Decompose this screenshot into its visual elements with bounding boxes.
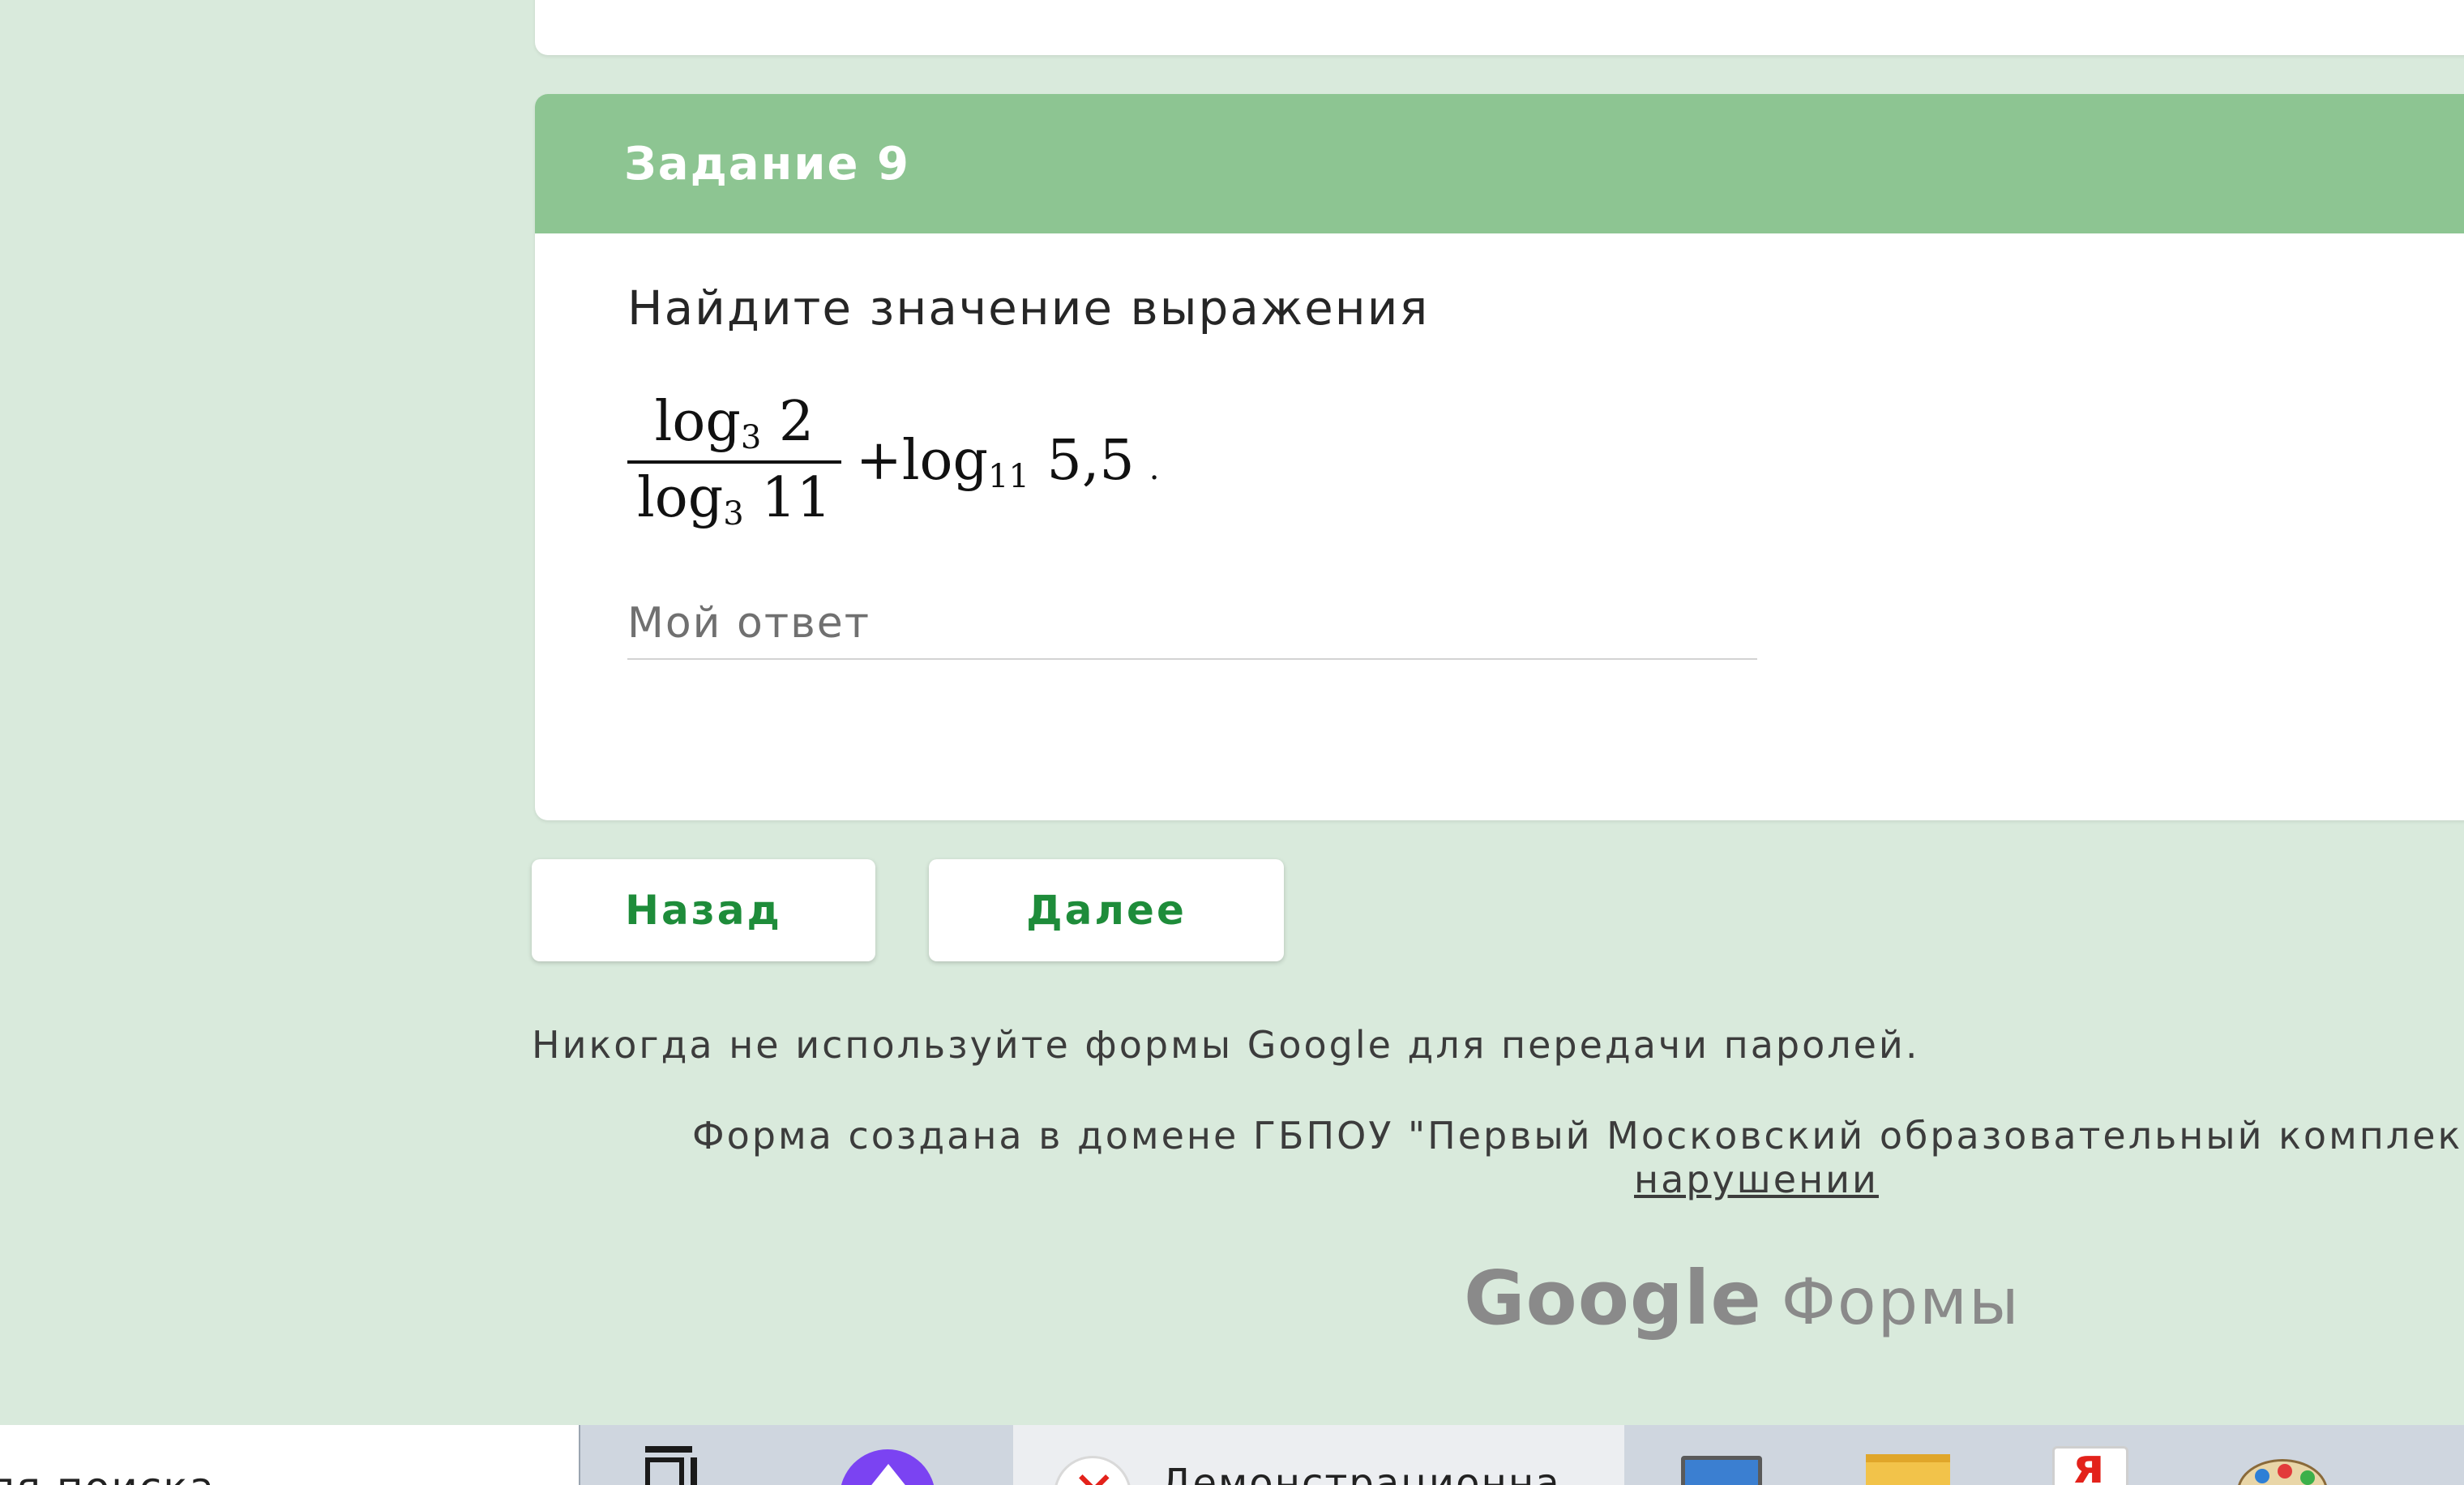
logo-forms-text: Формы: [1781, 1266, 2021, 1339]
yandex-icon[interactable]: я: [2049, 1425, 2140, 1485]
math-expression: log3 2 log3 11 +log11 5,5.: [627, 392, 2464, 532]
back-button[interactable]: Назад: [532, 859, 875, 961]
question-prompt: Найдите значение выражения: [627, 280, 1430, 336]
denominator-log: log: [637, 466, 724, 530]
end-dot: .: [1149, 450, 1160, 487]
numerator-log: log: [654, 390, 741, 454]
term-log: log: [901, 429, 989, 493]
password-warning: Никогда не используйте формы Google для …: [532, 1023, 1920, 1067]
form-page: Задание 9 Найдите значение выражения log…: [0, 0, 2464, 1485]
fraction: log3 2 log3 11: [627, 392, 841, 532]
browser-window-label: Демонстрационна: [1161, 1461, 1561, 1485]
fraction-bar: [627, 460, 841, 464]
taskbar-search-box[interactable]: ля поиска: [0, 1425, 580, 1485]
fraction-denominator: log3 11: [627, 466, 841, 533]
yandex-browser-icon: ✕: [1054, 1456, 1131, 1485]
question-title: Задание 9: [624, 137, 910, 190]
next-button[interactable]: Далее: [929, 859, 1284, 961]
report-abuse-link[interactable]: нарушении: [1634, 1158, 1879, 1201]
fraction-numerator: log3 2: [645, 392, 824, 456]
expression-tail: +log11 5,5.: [856, 429, 1160, 495]
taskbar-browser-window[interactable]: ✕ Демонстрационна: [1013, 1425, 1624, 1485]
control-panel-icon[interactable]: [1678, 1425, 1764, 1485]
plus-sign: +: [855, 429, 902, 493]
task-view-icon[interactable]: [632, 1425, 713, 1485]
numerator-base-subscript: 3: [740, 419, 762, 456]
google-forms-logo[interactable]: Google Формы: [1464, 1255, 2021, 1342]
question-body: Найдите значение выражения log3 2 log3 1…: [535, 233, 2464, 660]
denominator-argument: 11: [743, 466, 832, 530]
domain-note: Форма создана в домене ГБПОУ "Первый Мос…: [692, 1114, 2463, 1158]
answer-input[interactable]: Мой ответ: [627, 588, 1757, 660]
question-card: Задание 9 Найдите значение выражения log…: [535, 94, 2464, 820]
previous-question-card: [535, 0, 2464, 55]
term-base-subscript: 11: [988, 458, 1029, 495]
folder-icon[interactable]: [1866, 1425, 1950, 1485]
question-header: Задание 9: [535, 94, 2464, 233]
alice-assistant-icon[interactable]: [840, 1425, 937, 1485]
windows-taskbar: ля поиска ✕ Демонстрационна я: [0, 1425, 2464, 1485]
numerator-argument: 2: [761, 390, 815, 454]
paint-palette-icon[interactable]: [2237, 1425, 2334, 1485]
term-argument: 5,5: [1029, 429, 1135, 493]
denominator-base-subscript: 3: [723, 495, 744, 533]
taskbar-search-text: ля поиска: [0, 1464, 216, 1485]
logo-google-text: Google: [1464, 1255, 1762, 1342]
answer-placeholder: Мой ответ: [627, 599, 871, 648]
